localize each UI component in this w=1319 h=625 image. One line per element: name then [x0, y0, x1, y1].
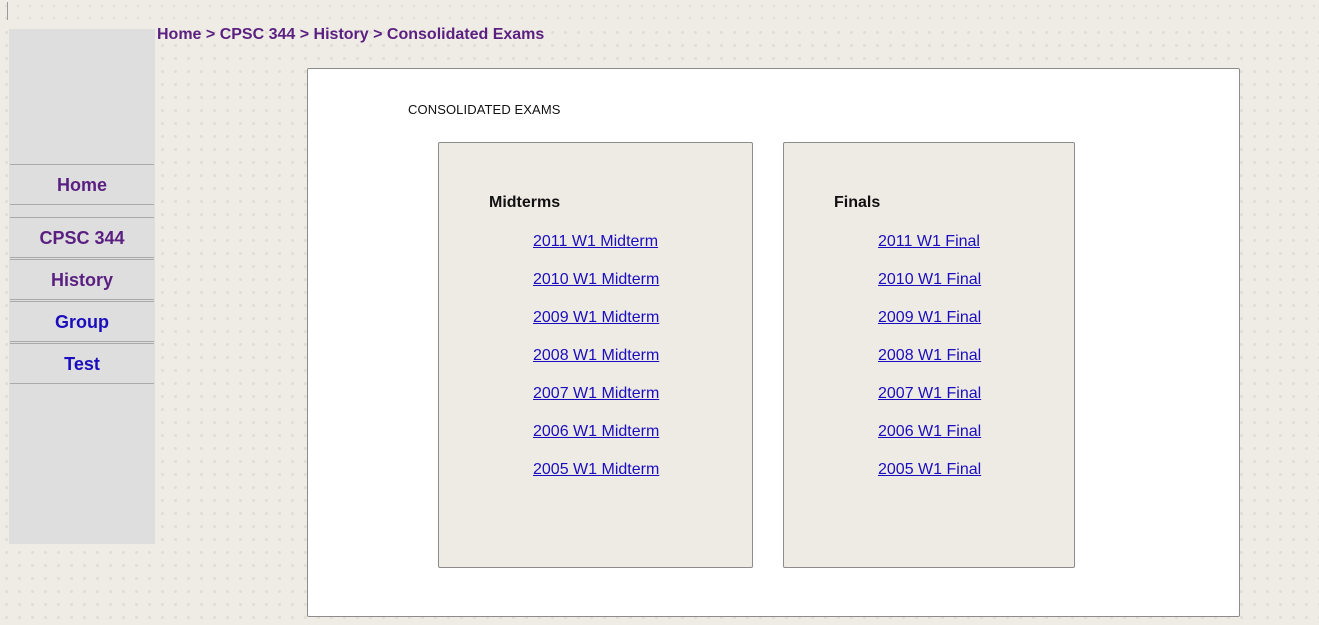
final-link-2007[interactable]: 2007 W1 Final [878, 385, 981, 402]
breadcrumb-separator: > [205, 26, 216, 43]
list-item: 2010 W1 Final [878, 270, 981, 308]
finals-list: 2011 W1 Final 2010 W1 Final 2009 W1 Fina… [878, 232, 981, 498]
breadcrumb-current: Consolidated Exams [386, 26, 545, 43]
midterm-link-2008[interactable]: 2008 W1 Midterm [533, 347, 659, 364]
list-item: 2006 W1 Midterm [533, 422, 659, 460]
list-item: 2008 W1 Midterm [533, 346, 659, 384]
breadcrumb-separator: > [299, 26, 310, 43]
sidebar-item-test[interactable]: Test [10, 343, 154, 384]
midterms-heading: Midterms [489, 194, 561, 211]
finals-box: Finals 2011 W1 Final 2010 W1 Final 2009 … [783, 142, 1075, 568]
sidebar-item-home[interactable]: Home [10, 164, 154, 205]
list-item: 2007 W1 Midterm [533, 384, 659, 422]
finals-heading: Finals [834, 194, 881, 211]
list-item: 2011 W1 Final [878, 232, 981, 270]
midterm-link-2010[interactable]: 2010 W1 Midterm [533, 271, 659, 288]
breadcrumb: Home > CPSC 344 > History > Consolidated… [157, 26, 544, 44]
top-bar [0, 0, 1319, 24]
sidebar: Home CPSC 344 History Group Test [9, 29, 155, 544]
breadcrumb-history[interactable]: History [314, 26, 369, 43]
list-item: 2009 W1 Midterm [533, 308, 659, 346]
list-item: 2010 W1 Midterm [533, 270, 659, 308]
final-link-2005[interactable]: 2005 W1 Final [878, 461, 981, 478]
text-caret [7, 2, 8, 20]
final-link-2010[interactable]: 2010 W1 Final [878, 271, 981, 288]
sidebar-item-cpsc344[interactable]: CPSC 344 [10, 217, 154, 258]
breadcrumb-cpsc344[interactable]: CPSC 344 [220, 26, 296, 43]
midterms-list: 2011 W1 Midterm 2010 W1 Midterm 2009 W1 … [533, 232, 659, 498]
list-item: 2005 W1 Final [878, 460, 981, 498]
list-item: 2005 W1 Midterm [533, 460, 659, 498]
page-title: CONSOLIDATED EXAMS [408, 102, 561, 117]
final-link-2006[interactable]: 2006 W1 Final [878, 423, 981, 440]
breadcrumb-home[interactable]: Home [157, 26, 201, 43]
list-item: 2006 W1 Final [878, 422, 981, 460]
main-content-panel: CONSOLIDATED EXAMS Midterms 2011 W1 Midt… [307, 68, 1240, 617]
final-link-2008[interactable]: 2008 W1 Final [878, 347, 981, 364]
list-item: 2007 W1 Final [878, 384, 981, 422]
final-link-2009[interactable]: 2009 W1 Final [878, 309, 981, 326]
sidebar-item-group[interactable]: Group [10, 301, 154, 342]
midterm-link-2009[interactable]: 2009 W1 Midterm [533, 309, 659, 326]
midterm-link-2005[interactable]: 2005 W1 Midterm [533, 461, 659, 478]
final-link-2011[interactable]: 2011 W1 Final [878, 233, 980, 250]
breadcrumb-separator: > [373, 26, 383, 43]
midterm-link-2011[interactable]: 2011 W1 Midterm [533, 233, 658, 250]
list-item: 2011 W1 Midterm [533, 232, 659, 270]
sidebar-item-history[interactable]: History [10, 259, 154, 300]
list-item: 2009 W1 Final [878, 308, 981, 346]
midterms-box: Midterms 2011 W1 Midterm 2010 W1 Midterm… [438, 142, 753, 568]
midterm-link-2006[interactable]: 2006 W1 Midterm [533, 423, 659, 440]
midterm-link-2007[interactable]: 2007 W1 Midterm [533, 385, 659, 402]
list-item: 2008 W1 Final [878, 346, 981, 384]
